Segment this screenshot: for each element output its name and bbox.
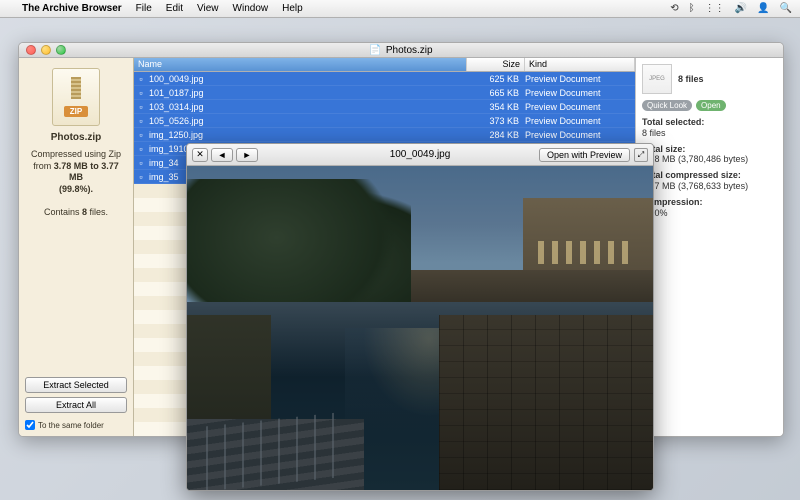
- file-row[interactable]: ▫101_0187.jpg665 KBPreview Document: [134, 86, 635, 100]
- selection-info-panel: JPEG 8 files Quick Look Open Total selec…: [635, 58, 783, 436]
- menu-window[interactable]: Window: [233, 3, 269, 14]
- file-kind: Preview Document: [525, 130, 635, 140]
- quicklook-window: ✕ ◄ ► 100_0049.jpg Open with Preview ⤢: [186, 143, 654, 491]
- window-title: Photos.zip: [386, 45, 433, 56]
- spotlight-icon[interactable]: 🔍: [780, 3, 792, 14]
- file-size: 665 KB: [467, 88, 525, 98]
- total-size-value: 3.78 MB (3,780,486 bytes): [642, 154, 748, 164]
- file-name: 100_0049.jpg: [148, 74, 467, 84]
- quicklook-prev-button[interactable]: ◄: [211, 148, 233, 162]
- extract-selected-button[interactable]: Extract Selected: [25, 377, 127, 393]
- quicklook-next-button[interactable]: ►: [236, 148, 258, 162]
- folder-icon: 📄: [369, 45, 381, 56]
- file-kind: Preview Document: [525, 74, 635, 84]
- file-size: 354 KB: [467, 102, 525, 112]
- archive-info-sidebar: ZIP Photos.zip Compressed using Zip from…: [19, 58, 134, 436]
- quicklook-close-button[interactable]: ✕: [192, 148, 208, 162]
- file-icon: ▫: [134, 74, 148, 84]
- extract-all-button[interactable]: Extract All: [25, 397, 127, 413]
- total-selected-label: Total selected:: [642, 117, 704, 127]
- bluetooth-icon[interactable]: ᛒ: [689, 3, 695, 14]
- menu-edit[interactable]: Edit: [166, 3, 183, 14]
- file-icon: ▫: [134, 172, 148, 182]
- file-row[interactable]: ▫105_0526.jpg373 KBPreview Document: [134, 114, 635, 128]
- file-name: 105_0526.jpg: [148, 116, 467, 126]
- file-kind: Preview Document: [525, 88, 635, 98]
- total-selected-value: 8 files: [642, 128, 666, 138]
- menu-file[interactable]: File: [136, 3, 152, 14]
- file-icon: ▫: [134, 144, 148, 154]
- archive-filename: Photos.zip: [51, 132, 102, 143]
- file-row[interactable]: ▫img_1250.jpg284 KBPreview Document: [134, 128, 635, 142]
- file-name: 101_0187.jpg: [148, 88, 467, 98]
- file-row[interactable]: ▫100_0049.jpg625 KBPreview Document: [134, 72, 635, 86]
- file-size: 284 KB: [467, 130, 525, 140]
- system-menubar: The Archive Browser File Edit View Windo…: [0, 0, 800, 18]
- file-row[interactable]: ▫103_0314.jpg354 KBPreview Document: [134, 100, 635, 114]
- open-button[interactable]: Open: [696, 100, 726, 111]
- open-with-preview-button[interactable]: Open with Preview: [539, 148, 630, 162]
- file-icon: ▫: [134, 116, 148, 126]
- file-size: 625 KB: [467, 74, 525, 84]
- file-kind: Preview Document: [525, 116, 635, 126]
- fullscreen-icon[interactable]: ⤢: [634, 148, 648, 162]
- zip-archive-icon: ZIP: [52, 68, 100, 126]
- file-name: 103_0314.jpg: [148, 102, 467, 112]
- volume-icon[interactable]: 🔊: [735, 3, 747, 14]
- compressed-size-label: Total compressed size:: [642, 170, 741, 180]
- quicklook-toolbar[interactable]: ✕ ◄ ► 100_0049.jpg Open with Preview ⤢: [187, 144, 653, 166]
- menu-view[interactable]: View: [197, 3, 219, 14]
- column-name[interactable]: Name: [134, 58, 467, 71]
- timemachine-icon[interactable]: ⟲: [670, 3, 678, 14]
- selection-count: 8 files: [678, 74, 704, 84]
- compressed-size-value: 3.77 MB (3,768,633 bytes): [642, 181, 748, 191]
- column-kind[interactable]: Kind: [525, 58, 635, 71]
- file-icon: ▫: [134, 88, 148, 98]
- archive-description: Compressed using Zip from 3.78 MB to 3.7…: [25, 149, 127, 219]
- quicklook-image: [187, 166, 653, 490]
- column-headers[interactable]: Name Size Kind: [134, 58, 635, 72]
- app-menu[interactable]: The Archive Browser: [22, 3, 122, 14]
- column-size[interactable]: Size: [467, 58, 525, 71]
- menu-help[interactable]: Help: [282, 3, 303, 14]
- user-icon[interactable]: 👤: [757, 3, 769, 14]
- same-folder-checkbox[interactable]: To the same folder: [25, 420, 127, 430]
- file-thumbnail: JPEG: [642, 64, 672, 94]
- file-size: 373 KB: [467, 116, 525, 126]
- file-icon: ▫: [134, 102, 148, 112]
- quick-look-button[interactable]: Quick Look: [642, 100, 692, 111]
- file-icon: ▫: [134, 130, 148, 140]
- wifi-icon[interactable]: ⋮⋮: [705, 3, 725, 14]
- window-titlebar[interactable]: 📄 Photos.zip: [19, 43, 783, 58]
- file-icon: ▫: [134, 158, 148, 168]
- file-name: img_1250.jpg: [148, 130, 467, 140]
- file-kind: Preview Document: [525, 102, 635, 112]
